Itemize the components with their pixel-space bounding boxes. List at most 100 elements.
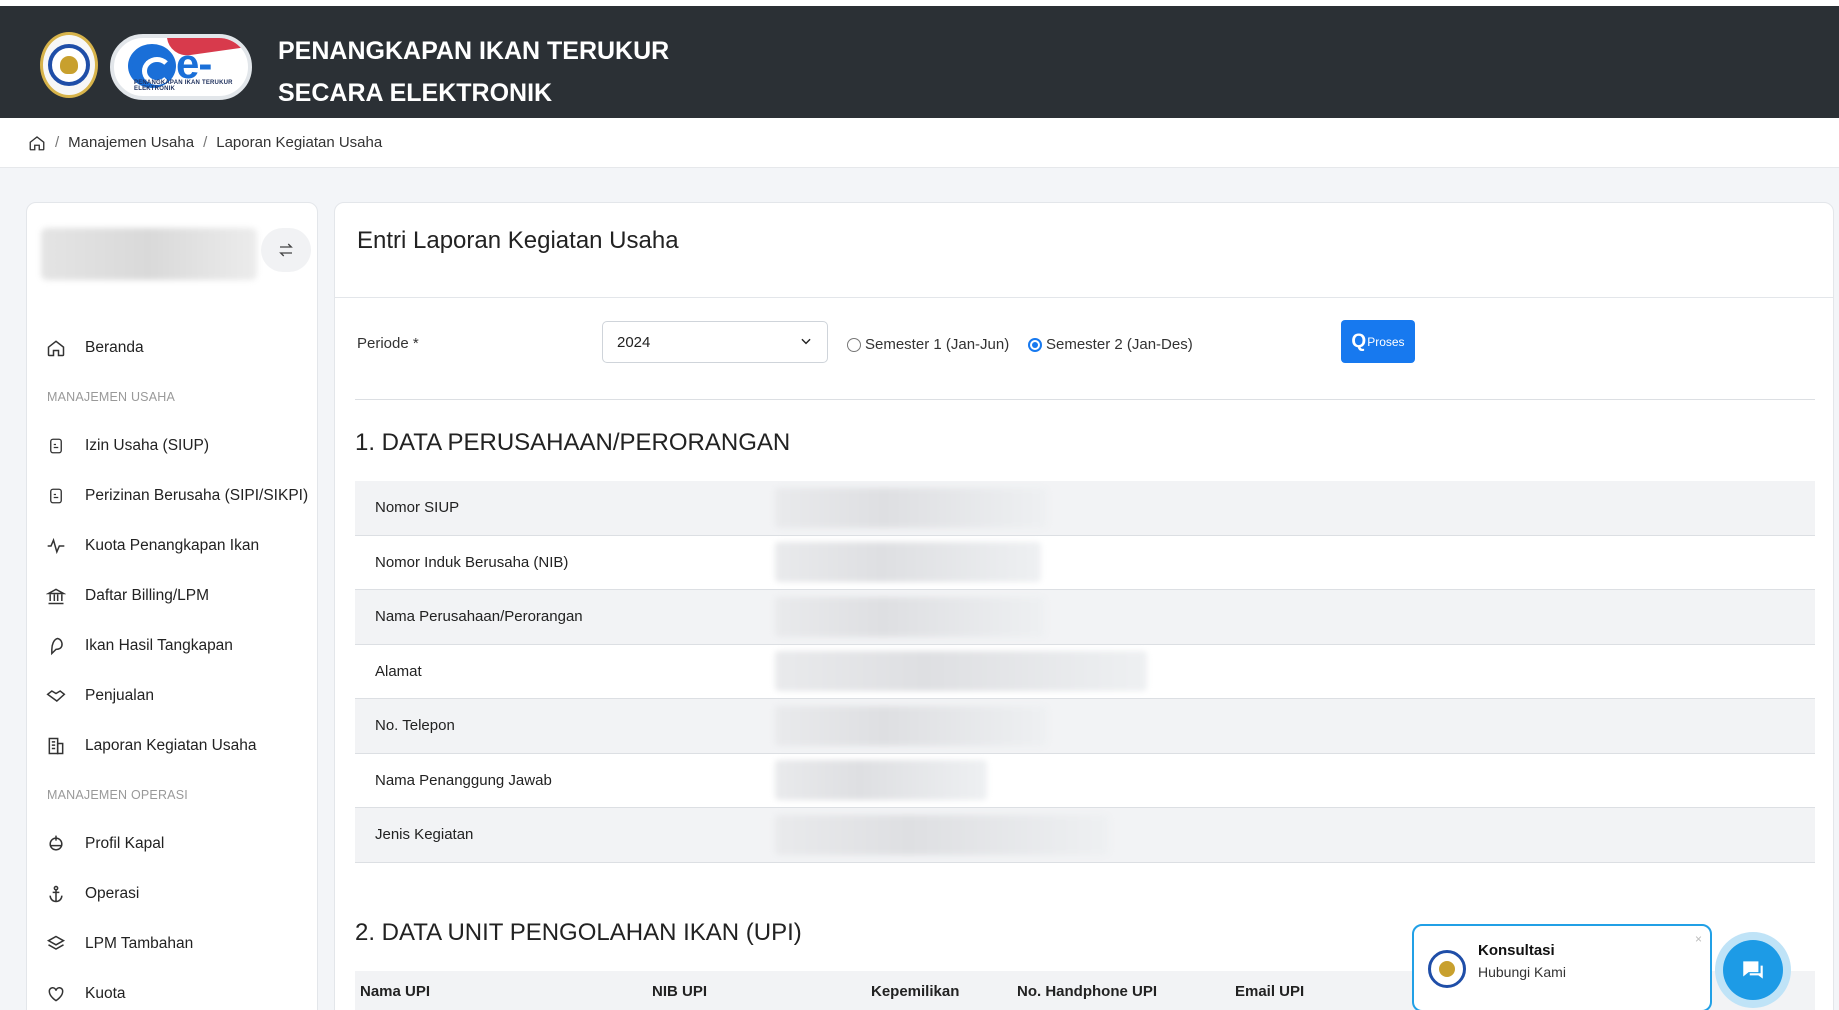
sidebar-item-profil-kapal[interactable]: Profil Kapal: [27, 819, 317, 869]
sidebar-item-label: Beranda: [85, 339, 144, 356]
proses-button[interactable]: Q Proses: [1341, 320, 1415, 363]
app-title: PENANGKAPAN IKAN TERUKUR SECARA ELEKTRON…: [278, 30, 669, 114]
document-icon: [50, 488, 62, 504]
app-title-line2: SECARA ELEKTRONIK: [278, 79, 553, 107]
sidebar-item-kuota-penangkapan[interactable]: Kuota Penangkapan Ikan: [27, 521, 317, 571]
sidebar-item-izin-usaha[interactable]: Izin Usaha (SIUP): [27, 421, 317, 471]
sidebar-item-kuota[interactable]: Kuota: [27, 969, 317, 1010]
row-value-blurred: [775, 651, 1147, 692]
row-label: Nomor Induk Berusaha (NIB): [375, 553, 569, 571]
sidebar-item-label: Profil Kapal: [85, 835, 165, 852]
semester-2-label: Semester 2 (Jan-Des): [1046, 336, 1193, 353]
row-label: Nomor SIUP: [375, 499, 460, 517]
sidebar-item-label: Kuota: [85, 985, 126, 1002]
radio-circle: [847, 337, 861, 352]
sidebar-item-label: LPM Tambahan: [85, 935, 194, 952]
breadcrumb: / Manajemen Usaha / Laporan Kegiatan Usa…: [0, 118, 1839, 168]
main-card: Entri Laporan Kegiatan Usaha Periode * 2…: [334, 202, 1834, 1010]
periode-label: Periode *: [357, 335, 419, 352]
year-select[interactable]: 2024: [602, 321, 828, 363]
year-select-value: 2024: [617, 334, 651, 351]
anchor-icon: [49, 885, 63, 903]
handshake-icon: [46, 690, 66, 702]
sidebar-item-laporan-kegiatan-usaha[interactable]: Laporan Kegiatan Usaha: [27, 721, 317, 771]
semester-2-radio[interactable]: Semester 2 (Jan-Des): [1028, 336, 1193, 353]
company-data-table: Nomor SIUP Nomor Induk Berusaha (NIB) Na…: [355, 481, 1815, 863]
close-icon[interactable]: ×: [1695, 932, 1702, 946]
section-1-title: 1. DATA PERUSAHAAN/PERORANGAN: [355, 429, 791, 456]
epit-logo[interactable]: e-PIT PENANGKAPAN IKAN TERUKUR ELEKTRONI…: [110, 34, 252, 100]
column-header-kepemilikan: Kepemilikan: [871, 982, 960, 1000]
epit-logo-subtext: PENANGKAPAN IKAN TERUKUR ELEKTRONIK: [134, 80, 233, 92]
kkp-seal-logo: [40, 32, 98, 98]
column-header-nama-upi: Nama UPI: [360, 982, 431, 1000]
semester-1-label: Semester 1 (Jan-Jun): [865, 336, 1010, 353]
sidebar-item-perizinan-berusaha[interactable]: Perizinan Berusaha (SIPI/SIKPI): [27, 471, 317, 521]
form-divider: [355, 399, 1815, 400]
sidebar-item-label: Kuota Penangkapan Ikan: [85, 537, 260, 554]
row-value-blurred: [775, 487, 1047, 528]
consultation-popup[interactable]: Konsultasi Hubungi Kami ×: [1412, 924, 1712, 1010]
sidebar-item-label: Penjualan: [85, 687, 154, 704]
top-header: e-PIT PENANGKAPAN IKAN TERUKUR ELEKTRONI…: [0, 0, 1839, 118]
row-label: Jenis Kegiatan: [375, 826, 474, 844]
row-value-blurred: [775, 596, 1045, 637]
activity-icon: [47, 537, 65, 555]
home-icon: [47, 340, 65, 357]
sidebar-item-penjualan[interactable]: Penjualan: [27, 671, 317, 721]
sidebar-item-beranda[interactable]: Beranda: [27, 323, 317, 373]
consultation-subtitle: Hubungi Kami: [1478, 964, 1566, 980]
document-icon: [50, 438, 62, 454]
consultation-title: Konsultasi: [1478, 942, 1555, 959]
table-row: Nama Penanggung Jawab: [355, 754, 1815, 808]
bank-icon: [46, 588, 66, 605]
chevron-down-icon: [801, 338, 811, 345]
sidebar-item-label: Perizinan Berusaha (SIPI/SIKPI): [85, 487, 309, 504]
section-2-title: 2. DATA UNIT PENGOLAHAN IKAN (UPI): [355, 919, 802, 946]
column-header-no-handphone-upi: No. Handphone UPI: [1017, 982, 1157, 1000]
sidebar-section-manajemen-operasi: MANAJEMEN OPERASI: [47, 788, 188, 802]
sidebar-item-ikan-hasil-tangkapan[interactable]: Ikan Hasil Tangkapan: [27, 621, 317, 671]
column-header-email-upi: Email UPI: [1235, 982, 1305, 1000]
breadcrumb-item-manajemen-usaha[interactable]: Manajemen Usaha: [68, 134, 194, 151]
radio-circle-checked: [1028, 337, 1042, 352]
row-label: No. Telepon: [375, 717, 455, 735]
home-icon[interactable]: [28, 134, 46, 152]
sidebar-item-label: Operasi: [85, 885, 140, 902]
swap-arrows-icon: [279, 243, 293, 257]
chat-button[interactable]: [1723, 940, 1783, 1000]
app-title-line1: PENANGKAPAN IKAN TERUKUR: [278, 37, 670, 65]
sidebar-section-manajemen-usaha: MANAJEMEN USAHA: [47, 390, 176, 404]
heart-icon: [48, 986, 64, 1002]
semester-1-radio[interactable]: Semester 1 (Jan-Jun): [847, 336, 1009, 353]
row-label: Nama Penanggung Jawab: [375, 771, 552, 789]
sidebar-toggle-button[interactable]: [261, 228, 311, 272]
sidebar-item-label: Daftar Billing/LPM: [85, 587, 210, 604]
table-row: Nomor Induk Berusaha (NIB): [355, 536, 1815, 590]
sidebar-item-label: Laporan Kegiatan Usaha: [85, 737, 257, 754]
sidebar-item-daftar-billing[interactable]: Daftar Billing/LPM: [27, 571, 317, 621]
fish-icon: [51, 637, 63, 656]
row-value-blurred: [775, 542, 1041, 583]
row-value-blurred: [775, 760, 987, 801]
search-icon: Q: [1351, 330, 1367, 352]
table-row: No. Telepon: [355, 699, 1815, 754]
title-divider: [335, 297, 1833, 298]
user-profile-blurred: [41, 228, 257, 280]
sidebar-menu: Beranda MANAJEMEN USAHA Izin Usaha (SIUP…: [27, 323, 317, 1010]
table-row: Alamat: [355, 645, 1815, 699]
ship-icon: [49, 835, 63, 851]
building-icon: [48, 737, 64, 755]
row-label: Alamat: [375, 662, 422, 680]
layers-icon: [46, 935, 66, 950]
proses-button-label: Proses: [1367, 334, 1405, 349]
table-row: Jenis Kegiatan: [355, 808, 1815, 863]
page-title: Entri Laporan Kegiatan Usaha: [357, 227, 679, 254]
chat-icon: [1743, 961, 1763, 979]
sidebar-item-operasi[interactable]: Operasi: [27, 869, 317, 919]
kkp-seal-logo: [1428, 950, 1466, 988]
table-row: Nama Perusahaan/Perorangan: [355, 590, 1815, 645]
sidebar-item-lpm-tambahan[interactable]: LPM Tambahan: [27, 919, 317, 969]
sidebar-item-label: Ikan Hasil Tangkapan: [85, 637, 233, 654]
row-value-blurred: [775, 814, 1109, 855]
